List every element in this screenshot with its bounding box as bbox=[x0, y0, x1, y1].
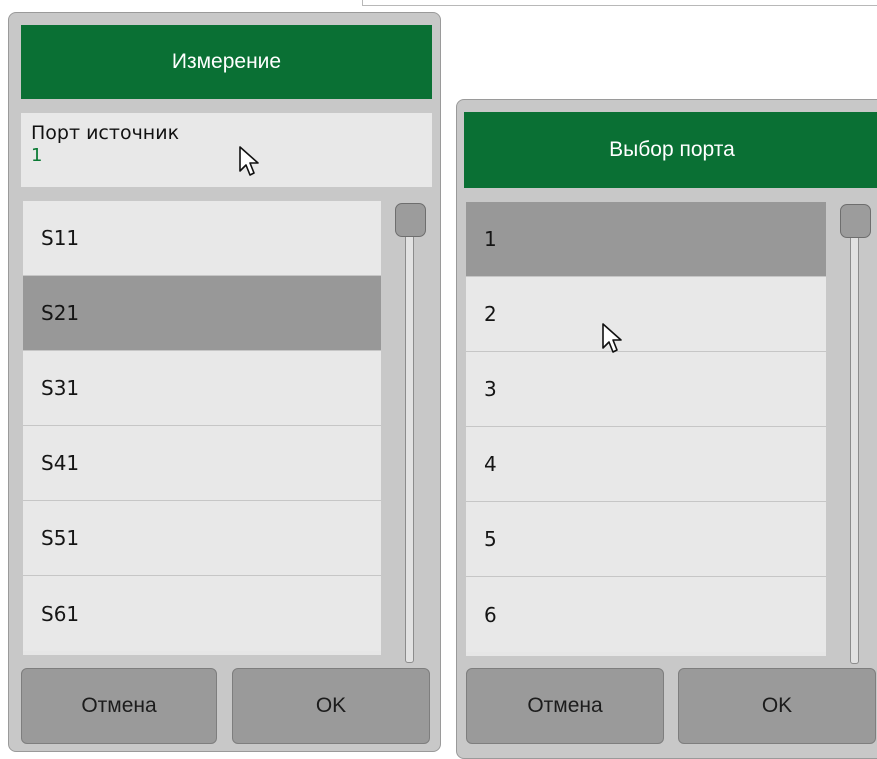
port-select-dialog: Выбор порта 1 2 3 4 5 6 Отмена OK bbox=[456, 99, 877, 759]
ok-button[interactable]: OK bbox=[232, 668, 430, 744]
list-item[interactable]: S61 bbox=[23, 576, 381, 651]
scrollbar-thumb[interactable] bbox=[840, 204, 871, 238]
source-port-field[interactable]: Порт источник 1 bbox=[21, 113, 432, 187]
mouse-pointer-icon bbox=[602, 323, 622, 353]
source-port-value: 1 bbox=[31, 145, 43, 166]
port-select-dialog-title: Выбор порта bbox=[464, 112, 877, 188]
measurement-dialog-title: Измерение bbox=[21, 25, 432, 99]
list-item[interactable]: S41 bbox=[23, 426, 381, 501]
list-item[interactable]: 4 bbox=[466, 427, 826, 502]
list-item[interactable]: 5 bbox=[466, 502, 826, 577]
cancel-button[interactable]: Отмена bbox=[466, 668, 664, 744]
scrollbar-thumb[interactable] bbox=[395, 203, 426, 237]
measurement-dialog: Измерение Порт источник 1 S11 S21 S31 S4… bbox=[8, 12, 441, 752]
port-list: 1 2 3 4 5 6 bbox=[466, 202, 826, 656]
scrollbar-track[interactable] bbox=[850, 224, 859, 664]
list-item-selected[interactable]: S21 bbox=[23, 276, 381, 351]
list-item[interactable]: S11 bbox=[23, 201, 381, 276]
list-item[interactable]: 2 bbox=[466, 277, 826, 352]
list-item[interactable]: 3 bbox=[466, 352, 826, 427]
list-item[interactable]: 6 bbox=[466, 577, 826, 652]
cancel-button[interactable]: Отмена bbox=[21, 668, 217, 744]
list-item[interactable]: S31 bbox=[23, 351, 381, 426]
list-item-selected[interactable]: 1 bbox=[466, 202, 826, 277]
source-port-label: Порт источник bbox=[31, 122, 180, 144]
list-item[interactable]: S51 bbox=[23, 501, 381, 576]
measurement-list: S11 S21 S31 S41 S51 S61 bbox=[23, 201, 381, 655]
background-window-edge bbox=[362, 0, 877, 6]
scrollbar-track[interactable] bbox=[405, 223, 414, 663]
ok-button[interactable]: OK bbox=[678, 668, 876, 744]
mouse-pointer-icon bbox=[239, 146, 259, 176]
